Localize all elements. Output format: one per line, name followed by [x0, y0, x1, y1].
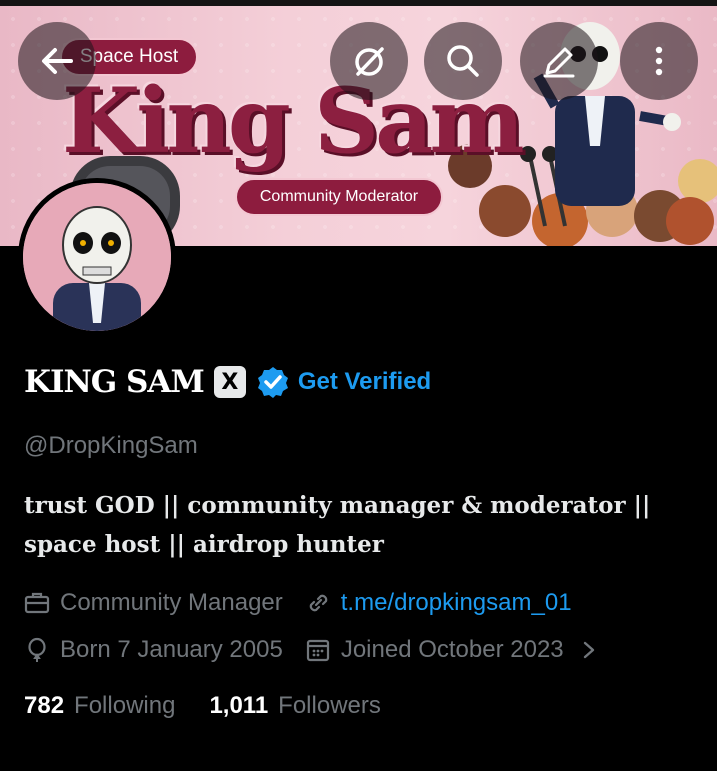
search-icon: [447, 45, 479, 77]
verified-check-icon: [257, 367, 288, 398]
profile-handle: @DropKingSam: [24, 432, 198, 459]
more-options-button[interactable]: [620, 22, 698, 100]
following-label: Following: [74, 692, 176, 719]
briefcase-icon: [24, 592, 50, 614]
edit-icon: [543, 47, 575, 78]
back-arrow-icon: [42, 48, 73, 74]
followers-count: 1,011: [209, 692, 269, 719]
follow-stats: 782 Following 1,011 Followers: [24, 692, 381, 720]
circle-slash-icon: [355, 47, 384, 76]
followers-label: Followers: [278, 692, 381, 719]
avatar-skeleton-image: [23, 183, 171, 331]
balloon-icon: [28, 637, 46, 662]
get-verified-link[interactable]: Get Verified: [298, 368, 431, 396]
birth-date: Born 7 January 2005: [60, 636, 283, 663]
edit-button[interactable]: [520, 22, 598, 100]
profession-label: Community Manager: [60, 589, 283, 616]
calendar-icon: [306, 639, 329, 662]
profile-name-row: KING SAM X Get Verified: [24, 360, 431, 404]
meta-row-2: Born 7 January 2005 Joined October 2023: [24, 633, 610, 667]
grok-button[interactable]: [330, 22, 408, 100]
profile-bio: trust GOD || community manager & moderat…: [24, 492, 651, 558]
meta-row-1: Community Manager t.me/dropkingsam_01: [24, 586, 572, 620]
search-button[interactable]: [424, 22, 502, 100]
followers-stat[interactable]: 1,011 Followers: [209, 692, 380, 720]
profile-link[interactable]: t.me/dropkingsam_01: [341, 589, 572, 617]
more-vertical-icon: [655, 46, 663, 76]
x-badge-icon: X: [213, 366, 246, 398]
following-count: 782: [24, 692, 65, 719]
back-button[interactable]: [18, 22, 96, 100]
link-icon: [309, 594, 328, 612]
profile-name: KING SAM: [24, 364, 205, 400]
chevron-right-icon[interactable]: [578, 637, 600, 663]
joined-date: Joined October 2023: [340, 636, 564, 663]
following-stat[interactable]: 782 Following: [24, 692, 175, 720]
avatar[interactable]: [18, 178, 176, 336]
community-moderator-pill: Community Moderator: [235, 178, 443, 216]
